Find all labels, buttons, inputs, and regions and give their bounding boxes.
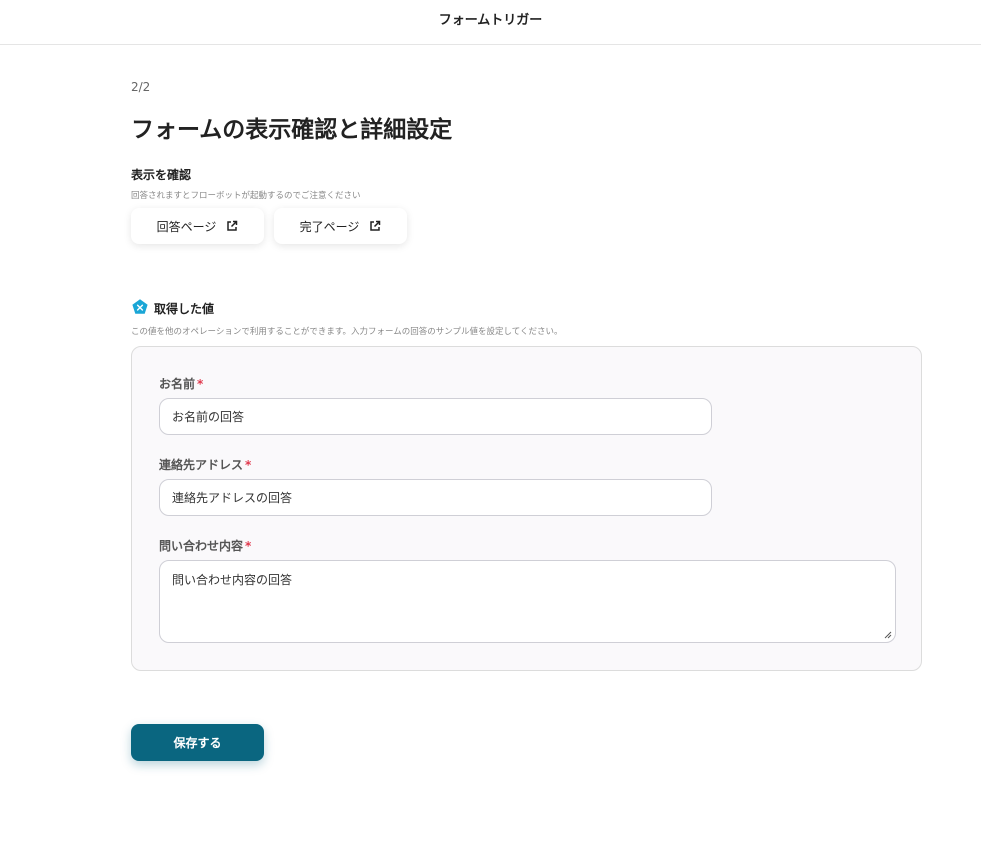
required-mark: * (245, 458, 252, 472)
complete-page-label: 完了ページ (299, 219, 360, 234)
header-title: フォームトリガー (438, 13, 543, 28)
values-section-title: 取得した値 (154, 302, 215, 316)
resize-handle-icon[interactable] (884, 631, 892, 639)
page-title: フォームの表示確認と詳細設定 (131, 117, 453, 143)
address-field-label: 連絡先アドレス * (159, 458, 252, 472)
complete-page-button[interactable]: 完了ページ (274, 208, 407, 244)
answer-page-label: 回答ページ (156, 219, 217, 234)
values-section-note: この値を他のオペレーションで利用することができます。入力フォームの回答のサンプル… (131, 327, 563, 337)
preview-section-note: 回答されますとフローボットが起動するのでご注意ください (131, 191, 361, 201)
external-link-icon (370, 220, 381, 231)
required-mark: * (245, 539, 252, 553)
name-sample-input[interactable]: お名前の回答 (159, 398, 712, 435)
sample-values-panel: お名前 * お名前の回答 連絡先アドレス * 連絡先アドレスの回答 問い合わせ内容 *… (131, 346, 922, 671)
step-indicator: 2/2 (131, 80, 151, 94)
save-button[interactable]: 保存する (131, 724, 264, 761)
answer-page-button[interactable]: 回答ページ (131, 208, 264, 244)
preview-section-title: 表示を確認 (131, 168, 192, 182)
inquiry-sample-textarea[interactable]: 問い合わせ内容の回答 (159, 560, 896, 643)
external-link-icon (227, 220, 238, 231)
app-header: フォームトリガー (0, 0, 981, 45)
required-mark: * (197, 377, 204, 391)
address-sample-input[interactable]: 連絡先アドレスの回答 (159, 479, 712, 516)
name-field-label: お名前 * (159, 377, 204, 391)
pentagon-x-icon (132, 299, 148, 314)
inquiry-field-label: 問い合わせ内容 * (159, 539, 252, 553)
